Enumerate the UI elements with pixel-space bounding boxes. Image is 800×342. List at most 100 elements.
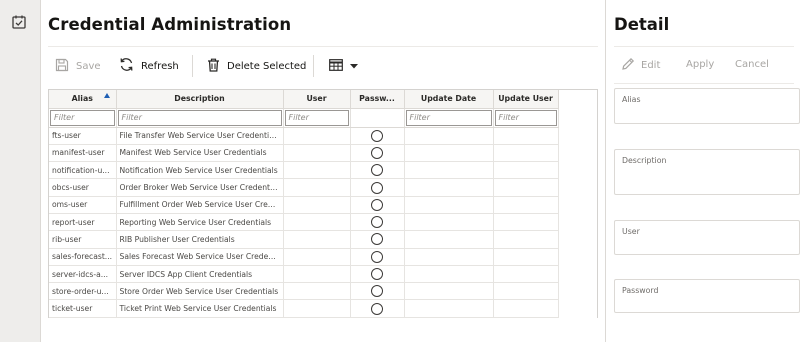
update-date-cell [404, 127, 494, 145]
table-row[interactable]: obcs-user Order Broker Web Service User C… [49, 178, 559, 197]
radio-circle-icon[interactable] [371, 268, 383, 281]
radio-circle-icon[interactable] [371, 233, 383, 246]
delete-selected-label: Delete Selected [227, 60, 307, 72]
update-date-cell [404, 213, 494, 232]
column-header-alias[interactable]: Alias [49, 90, 117, 109]
table-row[interactable]: sales-forecast... Sales Forecast Web Serv… [49, 248, 559, 266]
table-row[interactable]: store-order-u... Store Order Web Service … [49, 282, 559, 301]
chevron-down-icon [350, 61, 365, 72]
update-user-cell [493, 299, 559, 318]
user-field[interactable]: User [614, 220, 800, 255]
alias-cell: store-order-u... [49, 282, 117, 301]
update-date-cell [404, 299, 494, 318]
table-row[interactable]: report-user Reporting Web Service User Cr… [49, 213, 559, 232]
update-date-cell [404, 196, 494, 214]
update-date-cell [404, 144, 494, 163]
main-panel: Credential Administration Save Refresh D… [41, 0, 604, 342]
update-date-filter-input[interactable]: Filter [405, 109, 492, 126]
user-filter-input[interactable]: Filter [284, 109, 349, 126]
description-cell: Sales Forecast Web Service User Credenti… [116, 248, 284, 266]
description-cell: RIB Publisher User Credentials [116, 230, 284, 249]
table-header-row: Alias Description User Passw... Update D… [49, 90, 559, 109]
edit-button[interactable]: Edit [621, 57, 660, 74]
table-row[interactable]: manifest-user Manifest Web Service User C… [49, 144, 559, 163]
radio-circle-icon[interactable] [371, 181, 383, 194]
update-user-cell [493, 196, 559, 214]
edit-label: Edit [641, 60, 661, 71]
description-cell: Notification Web Service User Credential… [116, 161, 284, 180]
column-header-user[interactable]: User [283, 90, 351, 109]
cancel-button[interactable]: Cancel [735, 59, 769, 70]
user-cell [283, 248, 351, 266]
update-user-cell [493, 282, 559, 301]
column-header-update-user[interactable]: Update User [493, 90, 559, 109]
description-filter-input[interactable]: Filter [117, 109, 282, 126]
alias-cell: notification-u... [49, 161, 117, 180]
description-cell: Server IDCS App Client Credentials [116, 265, 284, 284]
update-user-cell [493, 265, 559, 284]
description-cell: Ticket Print Web Service User Credential… [116, 299, 284, 318]
refresh-button[interactable]: Refresh [119, 55, 179, 77]
pencil-icon [621, 57, 641, 74]
toolbar-divider [192, 55, 193, 77]
save-label: Save [76, 60, 101, 72]
task-list-icon[interactable] [12, 14, 26, 29]
delete-selected-button[interactable]: Delete Selected [207, 55, 306, 77]
password-field-label: Password [622, 286, 659, 295]
radio-circle-icon[interactable] [371, 250, 383, 263]
update-user-filter-input[interactable]: Filter [494, 109, 557, 126]
radio-circle-icon[interactable] [371, 146, 383, 159]
alias-cell: sales-forecast... [49, 248, 117, 266]
password-cell [350, 213, 405, 232]
alias-filter-input[interactable]: Filter [50, 109, 115, 126]
update-date-cell [404, 282, 494, 301]
user-cell [283, 213, 351, 232]
update-date-cell [404, 230, 494, 249]
column-header-description[interactable]: Description [116, 90, 284, 109]
radio-circle-icon[interactable] [371, 302, 383, 315]
update-user-cell [493, 230, 559, 249]
password-cell [350, 265, 405, 284]
update-date-cell [404, 265, 494, 284]
trash-icon [207, 58, 227, 75]
description-cell: Fulfillment Order Web Service User Crede… [116, 196, 284, 214]
table-row[interactable]: rib-user RIB Publisher User Credentials [49, 230, 559, 249]
table-row[interactable]: oms-user Fulfillment Order Web Service Us… [49, 196, 559, 214]
table-row[interactable]: server-idcs-a... Server IDCS App Client C… [49, 265, 559, 284]
column-header-update-date[interactable]: Update Date [404, 90, 494, 109]
user-cell [283, 230, 351, 249]
password-field[interactable]: Password [614, 279, 800, 313]
description-cell: File Transfer Web Service User Credentia… [116, 127, 284, 145]
radio-circle-icon[interactable] [371, 198, 383, 211]
description-field[interactable]: Description [614, 149, 800, 195]
table-body: fts-user File Transfer Web Service User C… [49, 127, 559, 318]
description-cell: Manifest Web Service User Credentials [116, 144, 284, 163]
detail-panel: Detail Edit Apply Cancel Alias Descripti… [605, 0, 800, 342]
table-row[interactable]: fts-user File Transfer Web Service User C… [49, 127, 559, 145]
description-cell: Store Order Web Service User Credentials [116, 282, 284, 301]
password-cell [350, 230, 405, 249]
alias-cell: report-user [49, 213, 117, 232]
user-cell [283, 161, 351, 180]
alias-cell: rib-user [49, 230, 117, 249]
update-date-cell [404, 248, 494, 266]
alias-cell: oms-user [49, 196, 117, 214]
user-cell [283, 178, 351, 197]
password-cell [350, 178, 405, 197]
save-button[interactable]: Save [55, 55, 101, 77]
radio-circle-icon[interactable] [371, 216, 383, 229]
alias-field[interactable]: Alias [614, 88, 800, 124]
password-cell [350, 127, 405, 145]
filter-row: Filter Filter Filter Filter Filter [49, 108, 559, 128]
radio-circle-icon[interactable] [371, 285, 383, 298]
column-header-password[interactable]: Passw... [350, 90, 405, 109]
apply-button[interactable]: Apply [686, 59, 714, 70]
alias-cell: server-idcs-a... [49, 265, 117, 284]
table-row[interactable]: notification-u... Notification Web Servic… [49, 161, 559, 180]
user-cell [283, 196, 351, 214]
table-row[interactable]: ticket-user Ticket Print Web Service User… [49, 299, 559, 318]
radio-circle-icon[interactable] [371, 129, 383, 142]
view-menu-button[interactable] [329, 55, 365, 77]
save-icon [55, 58, 76, 75]
radio-circle-icon[interactable] [371, 164, 383, 177]
